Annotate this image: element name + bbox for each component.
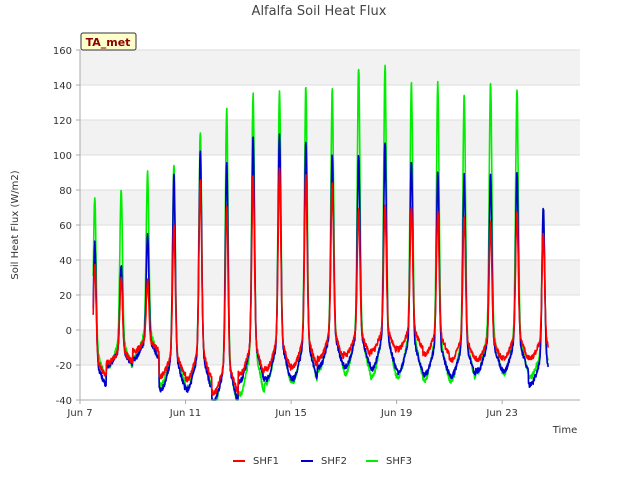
x-tick-label: Jun 23 bbox=[485, 408, 518, 419]
legend-label-shf2: SHF2 bbox=[321, 456, 347, 467]
y-axis-title: Soil Heat Flux (W/m2) bbox=[10, 170, 21, 279]
y-tick-label: 120 bbox=[53, 116, 72, 127]
ta-met-badge: TA_met bbox=[80, 32, 137, 51]
y-tick-label: 40 bbox=[59, 256, 72, 267]
grid-band bbox=[80, 120, 580, 155]
legend-label-shf1: SHF1 bbox=[253, 456, 279, 467]
y-tick-label: 140 bbox=[53, 81, 72, 92]
y-tick-label: -40 bbox=[56, 396, 72, 407]
legend-label-shf3: SHF3 bbox=[386, 456, 412, 467]
x-tick-label: Jun 19 bbox=[380, 408, 413, 419]
y-tick-label: 160 bbox=[53, 46, 72, 57]
y-tick-label: 100 bbox=[53, 151, 72, 162]
x-tick-label: Jun 7 bbox=[66, 408, 92, 419]
y-tick-label: 20 bbox=[59, 291, 72, 302]
chart-svg: Alfalfa Soil Heat Flux -40 -20 0 20 40 60 80 10… bbox=[10, 4, 580, 467]
grid-band bbox=[80, 50, 580, 85]
x-tick-label: Jun 15 bbox=[274, 408, 307, 419]
y-tick-label: 60 bbox=[59, 221, 72, 232]
y-tick-label: 0 bbox=[66, 326, 72, 337]
legend: SHF1 SHF2 SHF3 bbox=[233, 456, 412, 467]
badge-label: TA_met bbox=[86, 36, 131, 49]
x-axis-title: Time bbox=[552, 425, 577, 436]
x-tick-label: Jun 11 bbox=[169, 408, 202, 419]
y-tick-label: 80 bbox=[59, 186, 72, 197]
y-tick-label: -20 bbox=[56, 361, 72, 372]
chart-title: Alfalfa Soil Heat Flux bbox=[252, 4, 387, 19]
